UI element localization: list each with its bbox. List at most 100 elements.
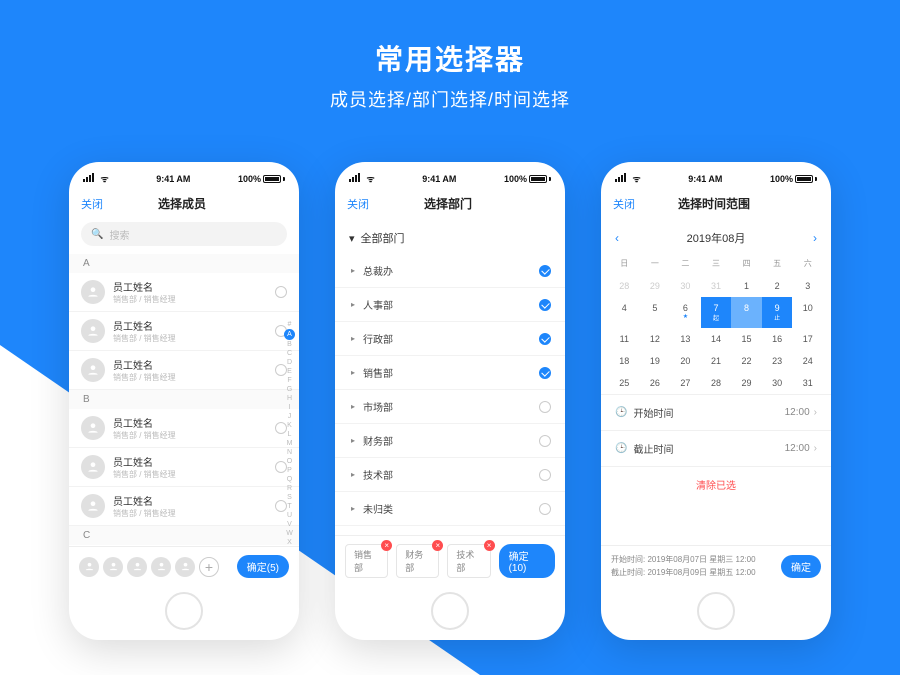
calendar-day[interactable]: 12 [640,328,671,350]
index-letter[interactable]: D [287,358,292,367]
calendar-day[interactable]: 30 [762,372,793,394]
calendar-day[interactable]: 10 [792,297,823,328]
selected-avatar[interactable] [79,557,99,577]
member-row[interactable]: 员工姓名销售部 / 销售经理 [69,487,299,526]
checkbox[interactable] [539,503,551,515]
home-button[interactable] [431,592,469,630]
dept-row[interactable]: ▸总裁办 [335,254,565,288]
selected-avatar[interactable] [103,557,123,577]
selected-chip[interactable]: 技术部× [447,544,490,578]
dept-row[interactable]: ▸行政部 [335,322,565,356]
dept-row[interactable]: ▸技术部 [335,458,565,492]
end-time-row[interactable]: 🕒 截止时间 12:00 › [601,430,831,466]
calendar-day[interactable]: 5 [640,297,671,328]
member-row[interactable]: 员工姓名销售部 / 销售经理 [69,409,299,448]
member-row[interactable]: 员工姓名销售部 / 销售经理 [69,312,299,351]
selected-avatar[interactable] [127,557,147,577]
index-letter[interactable]: L [288,430,292,439]
checkbox[interactable] [539,469,551,481]
index-letter[interactable]: S [287,493,292,502]
selected-avatar[interactable] [175,557,195,577]
calendar-day[interactable]: 25 [609,372,640,394]
checkbox[interactable] [539,265,551,277]
calendar-day[interactable]: 21 [701,350,732,372]
selected-chip[interactable]: 财务部× [396,544,439,578]
selected-avatar[interactable] [151,557,171,577]
radio[interactable] [275,286,287,298]
close-button[interactable]: 关闭 [81,196,103,212]
calendar-day[interactable]: 4 [609,297,640,328]
calendar-day[interactable]: 19 [640,350,671,372]
checkbox[interactable] [539,401,551,413]
index-letter[interactable]: E [287,367,292,376]
index-letter[interactable]: A [284,329,295,340]
calendar-day[interactable]: 20 [670,350,701,372]
index-letter[interactable]: P [287,466,292,475]
calendar-day[interactable]: 22 [731,350,762,372]
calendar-day[interactable]: 28 [701,372,732,394]
search-input[interactable]: 🔍 搜索 [81,222,287,246]
dept-row[interactable]: ▸财务部 [335,424,565,458]
member-row[interactable]: 员工姓名销售部 / 销售经理 [69,448,299,487]
index-letter[interactable]: T [287,502,291,511]
member-row[interactable]: 员工姓名销售部 / 销售经理 [69,351,299,390]
remove-chip-icon[interactable]: × [484,540,495,551]
clear-button[interactable]: 清除已选 [601,466,831,502]
calendar-day[interactable]: 27 [670,372,701,394]
index-letter[interactable]: # [288,320,292,329]
calendar-day[interactable]: 16 [762,328,793,350]
confirm-button[interactable]: 确定 [781,555,821,578]
index-letter[interactable]: H [287,394,292,403]
calendar-day[interactable]: 14 [701,328,732,350]
home-button[interactable] [697,592,735,630]
calendar-day[interactable]: 2 [762,275,793,297]
index-letter[interactable]: K [287,421,292,430]
calendar-day[interactable]: 26 [640,372,671,394]
calendar-day[interactable]: 24 [792,350,823,372]
calendar-day[interactable]: 8 [731,297,762,328]
close-button[interactable]: 关闭 [347,196,369,212]
calendar-day[interactable]: 3 [792,275,823,297]
selected-chip[interactable]: 销售部× [345,544,388,578]
index-letter[interactable]: O [287,457,292,466]
remove-chip-icon[interactable]: × [432,540,443,551]
checkbox[interactable] [539,435,551,447]
checkbox[interactable] [539,367,551,379]
calendar-day[interactable]: 1 [731,275,762,297]
home-button[interactable] [165,592,203,630]
dept-row[interactable]: ▸销售部 [335,356,565,390]
dept-row[interactable]: ▸人事部 [335,288,565,322]
prev-month-button[interactable]: ‹ [615,231,619,245]
dept-row[interactable]: ▸市场部 [335,390,565,424]
dept-root[interactable]: ▾ 全部部门 [335,222,565,254]
index-letter[interactable]: Q [287,475,292,484]
calendar-day[interactable]: 9止 [762,297,793,328]
index-letter[interactable]: B [287,340,292,349]
calendar-day[interactable]: 29 [731,372,762,394]
checkbox[interactable] [539,299,551,311]
index-letter[interactable]: X [287,538,292,546]
index-letter[interactable]: U [287,511,292,520]
alpha-index[interactable]: #ABCDEFGHIJKLMNOPQRSTUVWXYZ [284,320,295,546]
checkbox[interactable] [539,333,551,345]
confirm-button[interactable]: 确定(5) [237,555,289,578]
calendar-day[interactable]: 17 [792,328,823,350]
index-letter[interactable]: G [287,385,292,394]
calendar-day[interactable]: 6 [670,297,701,328]
calendar-day[interactable]: 7起 [701,297,732,328]
index-letter[interactable]: I [289,403,291,412]
start-time-row[interactable]: 🕒 开始时间 12:00 › [601,394,831,430]
confirm-button[interactable]: 确定(10) [499,544,555,578]
member-row[interactable]: 员工姓名销售部 / 销售经理 [69,273,299,312]
index-letter[interactable]: R [287,484,292,493]
index-letter[interactable]: J [288,412,292,421]
index-letter[interactable]: F [287,376,291,385]
index-letter[interactable]: W [286,529,293,538]
index-letter[interactable]: N [287,448,292,457]
add-more-button[interactable]: + [199,557,219,577]
calendar-day[interactable]: 13 [670,328,701,350]
remove-chip-icon[interactable]: × [381,540,392,551]
index-letter[interactable]: M [287,439,293,448]
calendar-day[interactable]: 11 [609,328,640,350]
calendar-day[interactable]: 31 [792,372,823,394]
